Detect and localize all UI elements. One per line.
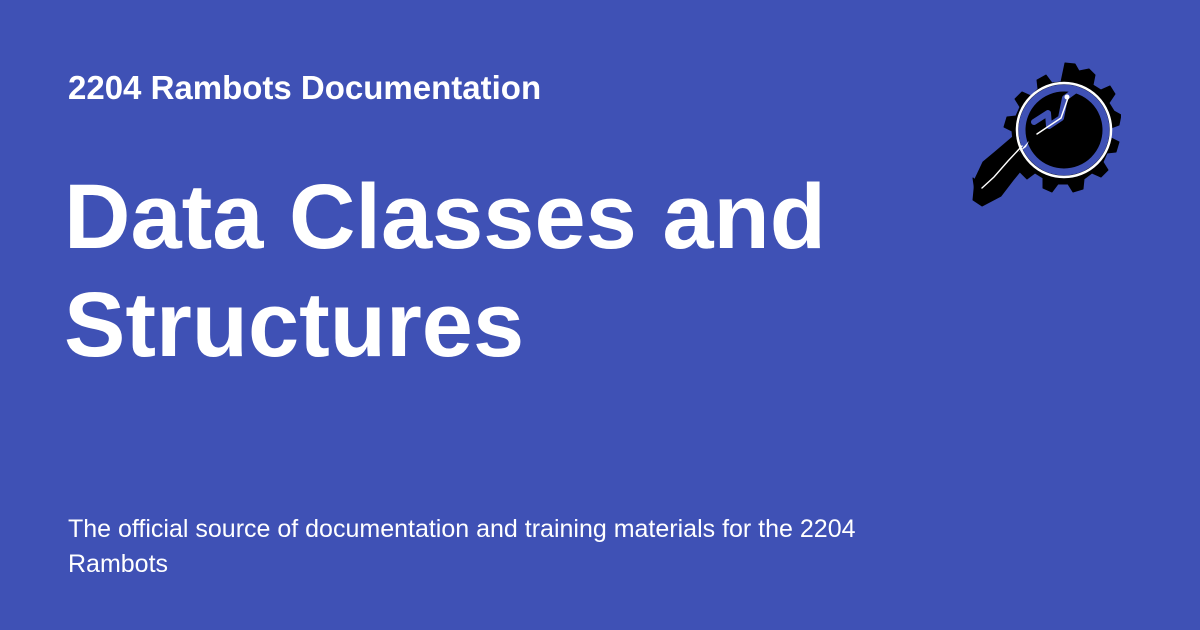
social-card: 2204 Rambots Documentation Data Classes … (0, 0, 1200, 630)
site-name: 2204 Rambots Documentation (68, 69, 542, 106)
page-title: Data Classes and Structures (64, 166, 826, 376)
gear-wrench-logo-icon (972, 62, 1121, 207)
page-description: The official source of documentation and… (68, 515, 856, 578)
